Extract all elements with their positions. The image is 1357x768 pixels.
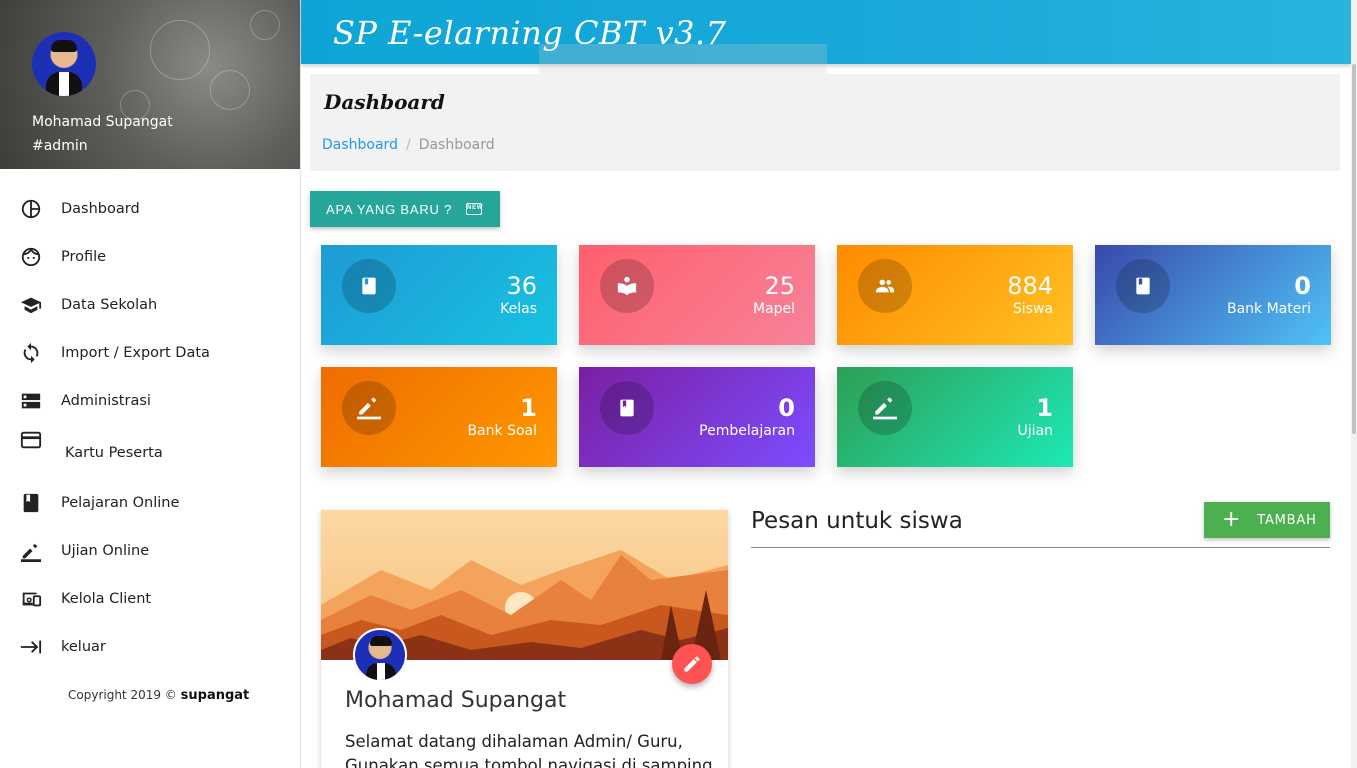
whats-new-button[interactable]: APA YANG BARU ? NEW [310,191,500,227]
stat-card-pembelajaran[interactable]: 0 Pembelajaran [579,367,815,467]
page-title: Dashboard [324,90,445,114]
sidebar-item-label: keluar [61,639,106,655]
stat-value: 0 [1294,272,1311,300]
sidebar-item-label: Data Sekolah [61,297,158,313]
stat-label: Bank Materi [1226,301,1311,317]
pencil-icon [858,381,912,435]
sidebar-item-label: Ujian Online [61,543,150,559]
sidebar-item-kartu-peserta[interactable]: Kartu Peserta [0,425,300,479]
sidebar-item-label: Kelola Client [61,591,152,607]
stat-label: Ujian [1017,423,1053,439]
stat-card-siswa[interactable]: 884 Siswa [837,245,1073,345]
sidebar-menu: Dashboard Profile Data Sekolah Import / … [0,185,300,671]
breadcrumb-separator: / [405,137,411,153]
avatar[interactable] [32,32,96,96]
sidebar-item-label: Profile [61,249,107,265]
pencil-icon [342,381,396,435]
graduation-cap-icon [20,294,42,316]
messages-divider [751,547,1330,548]
sidebar-item-label: Kartu Peserta [65,445,163,461]
profile-banner: Mohamad Supangat #admin [0,0,300,169]
stat-value: 1 [1036,394,1053,422]
profile-card: Mohamad Supangat Selamat datang dihalama… [321,510,728,768]
sidebar: Mohamad Supangat #admin Dashboard Profil… [0,0,301,768]
scrollbar-thumb[interactable] [1352,64,1356,434]
sidebar-item-label: Import / Export Data [61,345,210,361]
stat-label: Pembelajaran [699,423,795,439]
user-role: #admin [32,138,88,154]
stat-value: 0 [778,394,795,422]
stat-card-kelas[interactable]: 36 Kelas [321,245,557,345]
profile-card-message: Selamat datang dihalaman Admin/ Guru, Gu… [345,732,713,768]
edit-profile-button[interactable] [672,644,712,684]
messages-title: Pesan untuk siswa [751,508,963,534]
pie-chart-icon [20,198,42,220]
page-scrollbar[interactable] [1351,0,1357,768]
stat-card-bank-materi[interactable]: 0 Bank Materi [1095,245,1331,345]
stat-card-bank-soal[interactable]: 1 Bank Soal [321,367,557,467]
stat-value: 25 [764,272,795,300]
breadcrumb-current: Dashboard [418,137,495,153]
add-message-label: TAMBAH [1257,512,1317,528]
plus-icon: + [1222,507,1242,532]
sidebar-item-label: Dashboard [61,201,140,217]
storage-icon [20,390,42,412]
copyright-author: supangat [180,688,250,703]
sidebar-item-import-export[interactable]: Import / Export Data [0,329,300,377]
pencil-icon [20,540,42,562]
devices-icon [20,588,42,610]
sidebar-item-keluar[interactable]: keluar [0,623,300,671]
sidebar-item-label: Pelajaran Online [61,495,180,511]
stat-card-ujian[interactable]: 1 Ujian [837,367,1073,467]
copyright: Copyright 2019 © supangat [68,688,249,703]
book-icon [1116,259,1170,313]
reader-icon [600,259,654,313]
whats-new-label: APA YANG BARU ? [326,201,453,217]
new-badge-icon: NEW [466,203,483,215]
stat-value: 1 [520,394,537,422]
breadcrumb: Dashboard / Dashboard [322,137,495,153]
user-name: Mohamad Supangat [32,114,173,130]
copyright-text: Copyright 2019 © [68,688,177,702]
sidebar-item-pelajaran-online[interactable]: Pelajaran Online [0,479,300,527]
stat-label: Kelas [500,301,537,317]
credit-card-icon [20,429,42,451]
stat-label: Siswa [1012,301,1053,317]
book-icon [20,492,42,514]
sidebar-item-label: Administrasi [61,393,151,409]
avatar[interactable] [353,628,407,682]
stat-value: 884 [1007,272,1053,300]
face-icon [20,246,42,268]
stat-label: Mapel [752,301,795,317]
stat-card-mapel[interactable]: 25 Mapel [579,245,815,345]
sidebar-item-kelola-client[interactable]: Kelola Client [0,575,300,623]
book-icon [342,259,396,313]
sidebar-item-administrasi[interactable]: Administrasi [0,377,300,425]
page-header: Dashboard Dashboard / Dashboard [310,74,1340,171]
sync-icon [20,342,42,364]
sidebar-item-data-sekolah[interactable]: Data Sekolah [0,281,300,329]
pencil-icon [684,656,700,672]
profile-card-name: Mohamad Supangat [345,688,567,713]
add-message-button[interactable]: + TAMBAH [1204,502,1330,538]
sidebar-item-profile[interactable]: Profile [0,233,300,281]
people-icon [858,259,912,313]
logout-arrow-icon [20,636,42,658]
sidebar-item-ujian-online[interactable]: Ujian Online [0,527,300,575]
stat-label: Bank Soal [467,423,537,439]
breadcrumb-link-dashboard[interactable]: Dashboard [322,137,398,153]
book-icon [600,381,654,435]
sidebar-item-dashboard[interactable]: Dashboard [0,185,300,233]
stat-value: 36 [506,272,537,300]
